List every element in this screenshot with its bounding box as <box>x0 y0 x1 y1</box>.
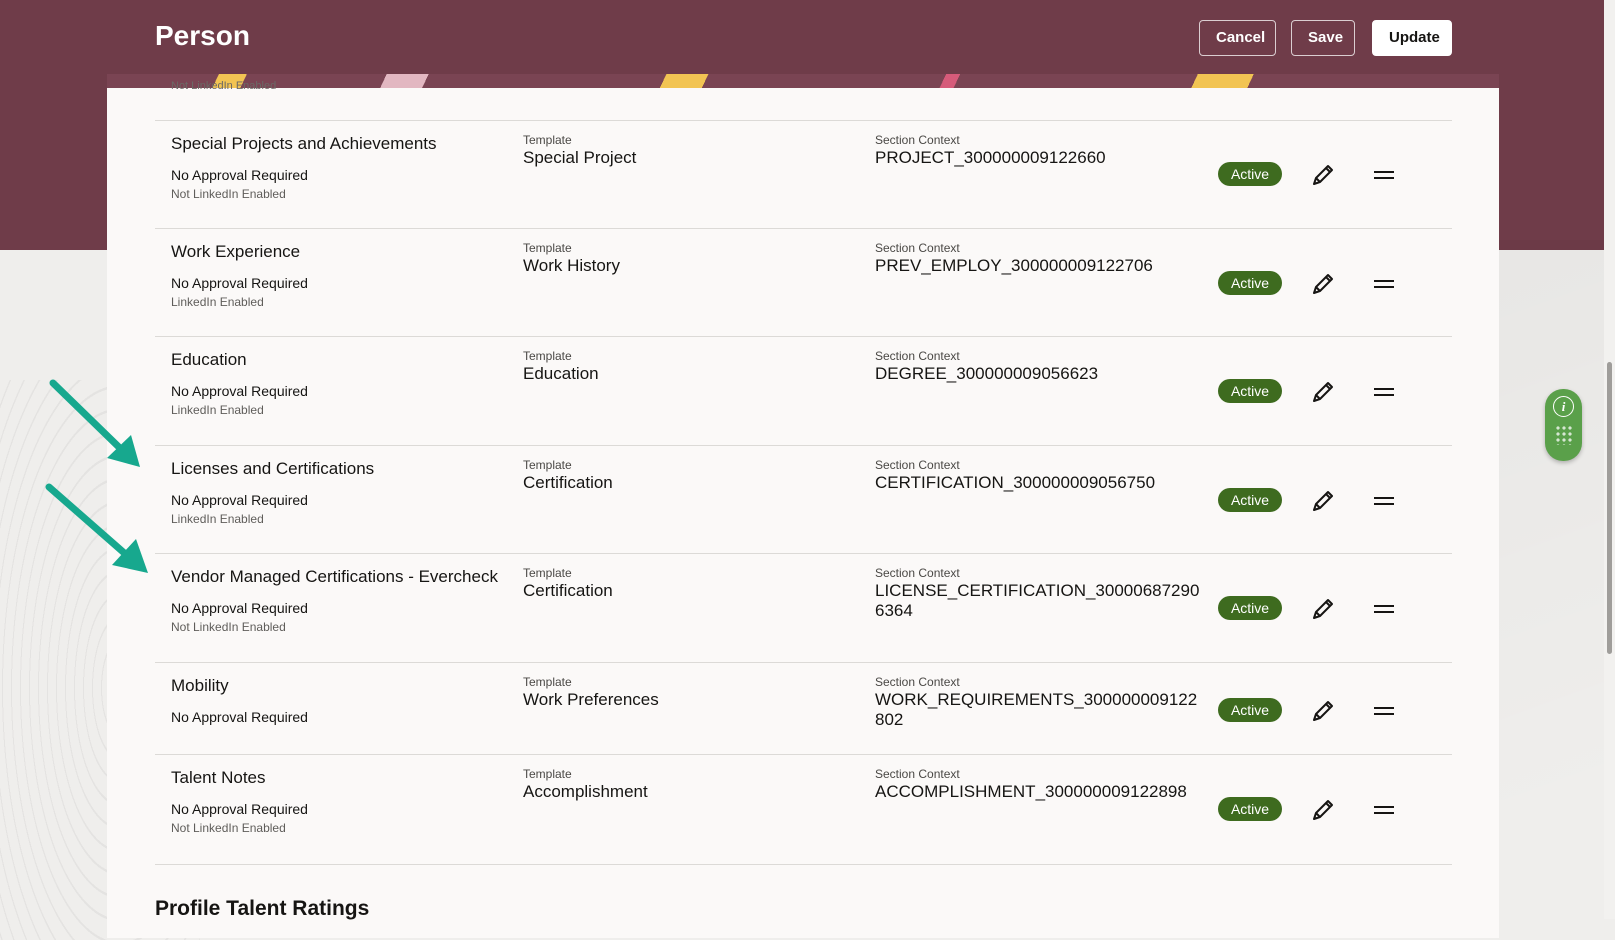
template-value: Certification <box>523 473 613 492</box>
template-label: Template <box>523 566 572 580</box>
section-name: Mobility <box>171 676 229 695</box>
section-context-value: CERTIFICATION_300000009056750 <box>875 473 1156 492</box>
approval-status: No Approval Required <box>171 167 308 183</box>
approval-status: No Approval Required <box>171 600 308 616</box>
update-button[interactable]: Update <box>1372 20 1452 56</box>
section-row-vendor-managed-certifications: Vendor Managed Certifications - Everchec… <box>155 553 1452 663</box>
page-title: Person <box>155 20 250 51</box>
template-label: Template <box>523 241 572 255</box>
status-badge: Active <box>1218 596 1282 620</box>
approval-status: No Approval Required <box>171 275 308 291</box>
drag-handle-icon[interactable] <box>1374 707 1394 717</box>
template-label: Template <box>523 675 572 689</box>
template-label: Template <box>523 458 572 472</box>
status-badge: Active <box>1218 698 1282 722</box>
info-icon[interactable]: i <box>1553 396 1574 417</box>
status-badge: Active <box>1218 162 1282 186</box>
page-header: Person Cancel Save Update <box>0 0 1604 78</box>
section-context-label: Section Context <box>875 458 960 472</box>
section-row-mobility: Mobility No Approval Required Template W… <box>155 662 1452 755</box>
linkedin-status: LinkedIn Enabled <box>171 403 264 417</box>
linkedin-status: Not LinkedIn Enabled <box>171 821 286 835</box>
section-context-value: ACCOMPLISHMENT_300000009122898 <box>875 782 1187 801</box>
drag-handle-icon[interactable] <box>1374 806 1394 816</box>
section-context-value: PROJECT_300000009122660 <box>875 148 1106 167</box>
edit-pencil-icon[interactable] <box>1309 697 1337 725</box>
edit-pencil-icon[interactable] <box>1309 270 1337 298</box>
section-context-value: WORK_REQUIREMENTS_300000009122802 <box>875 690 1198 729</box>
template-label: Template <box>523 767 572 781</box>
save-button[interactable]: Save <box>1291 20 1355 56</box>
annotation-arrow-icon <box>49 379 140 467</box>
drag-handle-icon[interactable] <box>1374 171 1394 181</box>
section-context-label: Section Context <box>875 675 960 689</box>
section-name: Education <box>171 350 247 369</box>
section-name: Licenses and Certifications <box>171 459 375 478</box>
status-badge: Active <box>1218 488 1282 512</box>
template-label: Template <box>523 133 572 147</box>
status-badge: Active <box>1218 271 1282 295</box>
section-row-licenses-certifications: Licenses and Certifications No Approval … <box>155 445 1452 554</box>
drag-handle-icon[interactable] <box>1374 605 1394 615</box>
edit-pencil-icon[interactable] <box>1309 487 1337 515</box>
linkedin-status: Not LinkedIn Enabled <box>171 187 286 201</box>
section-row-education: Education No Approval Required LinkedIn … <box>155 336 1452 446</box>
section-name: Special Projects and Achievements <box>171 134 437 153</box>
section-row-work-experience: Work Experience No Approval Required Lin… <box>155 228 1452 337</box>
edit-pencil-icon[interactable] <box>1309 378 1337 406</box>
template-value: Education <box>523 364 599 383</box>
template-value: Special Project <box>523 148 637 167</box>
template-label: Template <box>523 349 572 363</box>
section-name: Work Experience <box>171 242 301 261</box>
template-value: Certification <box>523 581 613 600</box>
linkedin-status: LinkedIn Enabled <box>171 512 264 526</box>
approval-status: No Approval Required <box>171 383 308 399</box>
drag-handle-icon[interactable] <box>1374 497 1394 507</box>
help-widget[interactable]: i <box>1545 389 1582 461</box>
linkedin-status: Not LinkedIn Enabled <box>171 620 286 634</box>
template-value: Work History <box>523 256 620 275</box>
section-name: Talent Notes <box>171 768 266 787</box>
annotation-arrow-icon <box>45 483 148 573</box>
approval-status: No Approval Required <box>171 801 308 817</box>
section-context-label: Section Context <box>875 566 960 580</box>
apps-grid-icon[interactable] <box>1555 425 1573 445</box>
edit-pencil-icon[interactable] <box>1309 595 1337 623</box>
drag-handle-icon[interactable] <box>1374 388 1394 398</box>
linkedin-status: LinkedIn Enabled <box>171 295 264 309</box>
section-context-value: DEGREE_300000009056623 <box>875 364 1099 383</box>
template-value: Work Preferences <box>523 690 659 709</box>
status-badge: Active <box>1218 379 1282 403</box>
section-row-talent-notes: Talent Notes No Approval Required Not Li… <box>155 754 1452 865</box>
section-context-label: Section Context <box>875 241 960 255</box>
cutoff-row-linkedin: Not LinkedIn Enabled <box>171 80 277 92</box>
section-context-value: LICENSE_CERTIFICATION_300006872906364 <box>875 581 1200 620</box>
drag-handle-icon[interactable] <box>1374 280 1394 290</box>
profile-talent-ratings-heading: Profile Talent Ratings <box>155 897 370 920</box>
section-name: Vendor Managed Certifications - Everchec… <box>171 567 498 586</box>
edit-pencil-icon[interactable] <box>1309 161 1337 189</box>
cancel-button[interactable]: Cancel <box>1199 20 1276 56</box>
section-context-label: Section Context <box>875 767 960 781</box>
background-shade <box>1495 240 1615 800</box>
status-badge: Active <box>1218 797 1282 821</box>
edit-pencil-icon[interactable] <box>1309 796 1337 824</box>
section-context-value: PREV_EMPLOY_300000009122706 <box>875 256 1153 275</box>
section-row-special-projects: Special Projects and Achievements No App… <box>155 120 1452 229</box>
approval-status: No Approval Required <box>171 492 308 508</box>
page-scrollbar[interactable] <box>1604 0 1615 919</box>
section-context-label: Section Context <box>875 133 960 147</box>
scrollbar-thumb[interactable] <box>1607 362 1612 654</box>
template-value: Accomplishment <box>523 782 648 801</box>
section-context-label: Section Context <box>875 349 960 363</box>
approval-status: No Approval Required <box>171 709 308 725</box>
